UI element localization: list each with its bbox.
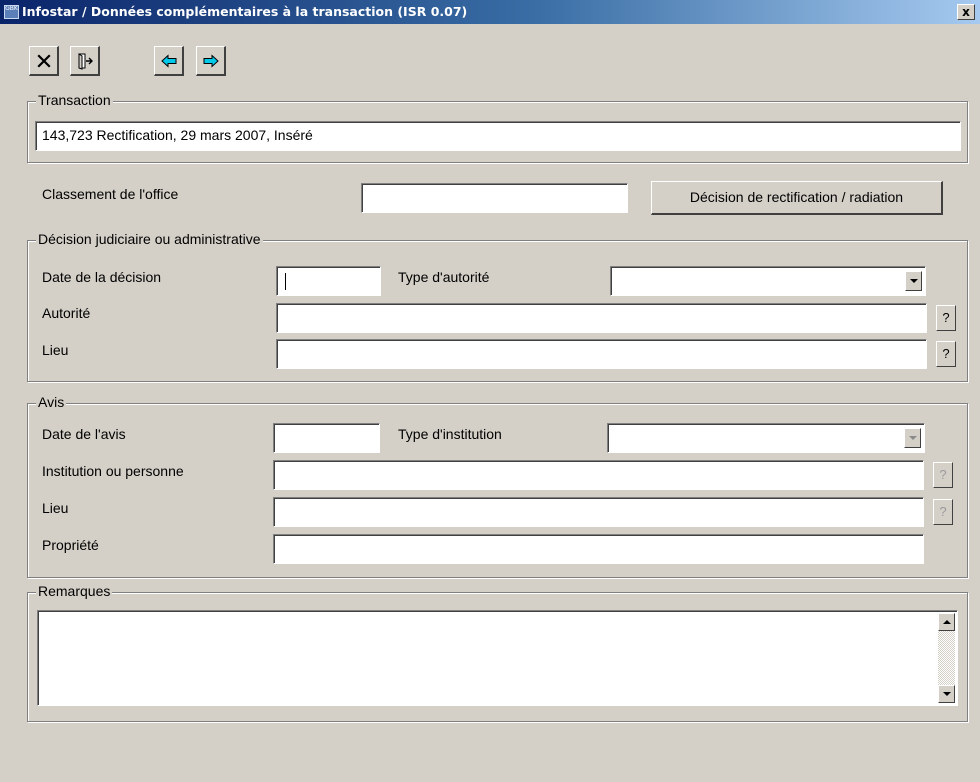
classement-label: Classement de l'office — [42, 186, 179, 202]
avis-date-field[interactable] — [273, 423, 380, 453]
window-title: Infostar / Données complémentaires à la … — [22, 4, 468, 19]
avis-institution-field[interactable] — [273, 460, 924, 490]
left-arrow-icon — [160, 53, 176, 68]
exit-button[interactable] — [70, 46, 100, 76]
classement-field[interactable] — [361, 183, 628, 213]
avis-lieu-field[interactable] — [273, 497, 924, 527]
next-button[interactable] — [196, 46, 226, 76]
avis-institution-help-button[interactable]: ? — [933, 462, 953, 488]
avis-group: Avis Date de l'avis Type d'institution I… — [27, 394, 968, 578]
avis-propriete-label: Propriété — [42, 537, 99, 553]
window-close-button[interactable]: x — [957, 4, 975, 20]
avis-date-label: Date de l'avis — [42, 426, 126, 442]
remarques-group: Remarques — [27, 583, 968, 722]
transaction-legend: Transaction — [36, 92, 113, 108]
avis-propriete-field[interactable] — [273, 534, 924, 564]
exit-door-icon — [78, 52, 93, 70]
decision-type-select[interactable] — [610, 266, 926, 296]
remarques-scrollbar[interactable] — [938, 613, 955, 703]
transaction-group: Transaction 143,723 Rectification, 29 ma… — [27, 92, 968, 163]
decision-legend: Décision judiciaire ou administrative — [36, 231, 263, 247]
avis-type-select[interactable] — [607, 423, 925, 453]
transaction-field[interactable]: 143,723 Rectification, 29 mars 2007, Ins… — [35, 121, 961, 151]
x-icon — [36, 53, 51, 68]
chevron-down-icon[interactable] — [904, 428, 921, 448]
decision-date-field[interactable] — [276, 266, 381, 296]
avis-lieu-label: Lieu — [42, 500, 69, 516]
remarques-textarea[interactable] — [37, 610, 958, 706]
text-caret — [285, 273, 286, 290]
cancel-button[interactable] — [29, 46, 59, 76]
app-icon: GBK — [4, 5, 19, 19]
decision-autorite-label: Autorité — [42, 305, 91, 321]
previous-button[interactable] — [154, 46, 184, 76]
remarques-legend: Remarques — [36, 583, 113, 599]
title-bar: GBK Infostar / Données complémentaires à… — [0, 0, 980, 24]
decision-date-label: Date de la décision — [42, 269, 162, 285]
decision-autorite-field[interactable] — [276, 303, 927, 333]
right-arrow-icon — [203, 53, 219, 68]
decision-autorite-help-button[interactable]: ? — [936, 305, 956, 331]
decision-lieu-help-button[interactable]: ? — [936, 341, 956, 367]
scroll-up-icon[interactable] — [938, 613, 955, 631]
avis-institution-label: Institution ou personne — [42, 463, 184, 479]
decision-type-label: Type d'autorité — [398, 269, 490, 285]
avis-legend: Avis — [36, 394, 67, 410]
scroll-down-icon[interactable] — [938, 685, 955, 703]
decision-rectification-button[interactable]: Décision de rectification / radiation — [651, 181, 943, 215]
avis-type-label: Type d'institution — [398, 426, 502, 442]
chevron-down-icon[interactable] — [905, 271, 922, 291]
avis-lieu-help-button[interactable]: ? — [933, 499, 953, 525]
decision-lieu-label: Lieu — [42, 342, 69, 358]
decision-group: Décision judiciaire ou administrative Da… — [27, 231, 968, 382]
decision-lieu-field[interactable] — [276, 339, 927, 369]
